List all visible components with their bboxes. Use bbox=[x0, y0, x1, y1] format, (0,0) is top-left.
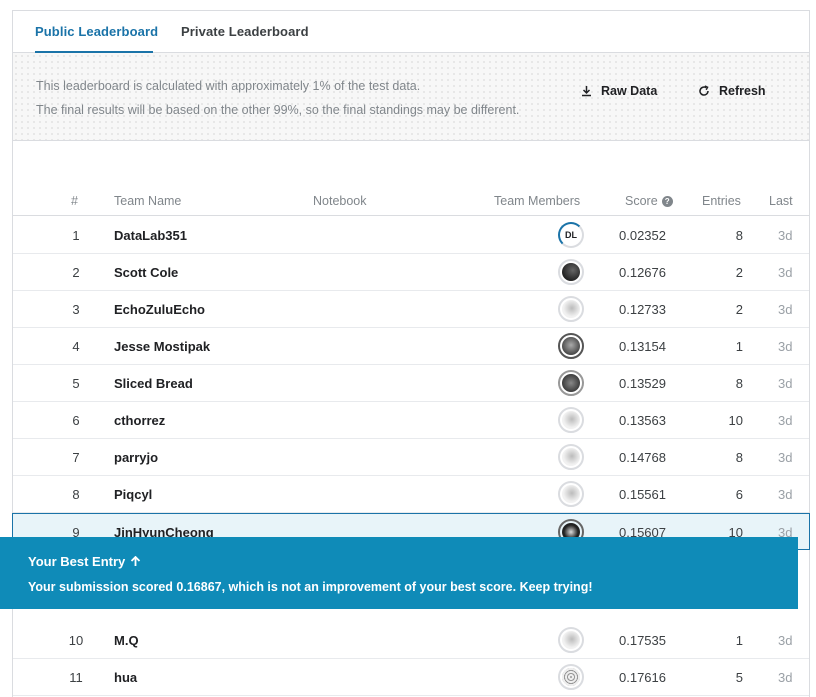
team-avatar[interactable] bbox=[558, 444, 584, 470]
table-header: # Team Name Notebook Team Members Score … bbox=[13, 188, 809, 216]
row-score: 0.17535 bbox=[619, 633, 666, 648]
table-row[interactable]: 5 Sliced Bread 0.13529 8 3d bbox=[13, 365, 809, 402]
leaderboard-tabs: Public Leaderboard Private Leaderboard bbox=[13, 11, 809, 53]
help-icon[interactable]: ? bbox=[661, 195, 673, 207]
row-team-name[interactable]: parryjo bbox=[114, 450, 158, 465]
table-row[interactable]: 8 Piqcyl 0.15561 6 3d bbox=[13, 476, 809, 513]
table-row[interactable]: 11 hua 0.17616 5 3d bbox=[13, 659, 809, 696]
row-score: 0.02352 bbox=[619, 228, 666, 243]
team-avatar[interactable] bbox=[558, 481, 584, 507]
row-last: 3d bbox=[778, 376, 793, 391]
row-last: 3d bbox=[778, 413, 793, 428]
row-rank: 10 bbox=[68, 633, 84, 648]
header-rank: # bbox=[71, 194, 78, 208]
row-team-name[interactable]: EchoZuluEcho bbox=[114, 302, 205, 317]
leaderboard-info-banner: This leaderboard is calculated with appr… bbox=[13, 53, 809, 141]
tab-public-leaderboard[interactable]: Public Leaderboard bbox=[35, 24, 158, 39]
best-entry-title-label: Your Best Entry bbox=[28, 554, 126, 569]
header-notebook: Notebook bbox=[313, 194, 367, 208]
team-avatar[interactable] bbox=[558, 664, 584, 690]
row-last: 3d bbox=[778, 633, 793, 648]
header-score-label: Score bbox=[625, 194, 658, 208]
table-row[interactable]: 4 Jesse Mostipak 0.13154 1 3d bbox=[13, 328, 809, 365]
row-entries: 2 bbox=[735, 265, 743, 280]
row-team-name[interactable]: Piqcyl bbox=[114, 487, 152, 502]
best-entry-message: Your submission scored 0.16867, which is… bbox=[28, 580, 593, 594]
row-entries: 1 bbox=[735, 633, 743, 648]
row-rank: 6 bbox=[72, 413, 80, 428]
row-rank: 1 bbox=[72, 228, 80, 243]
row-team-name[interactable]: Jesse Mostipak bbox=[114, 339, 210, 354]
header-team-members: Team Members bbox=[494, 194, 581, 208]
info-text-line-1: This leaderboard is calculated with appr… bbox=[36, 79, 421, 93]
row-last: 3d bbox=[778, 487, 793, 502]
header-last[interactable]: Last bbox=[769, 194, 793, 208]
row-score: 0.13154 bbox=[619, 339, 666, 354]
best-entry-title[interactable]: Your Best Entry bbox=[28, 554, 141, 569]
arrow-up-icon bbox=[131, 556, 141, 566]
row-rank: 11 bbox=[69, 670, 83, 685]
row-last: 3d bbox=[778, 228, 793, 243]
row-entries: 10 bbox=[728, 413, 743, 428]
team-avatar[interactable] bbox=[558, 296, 584, 322]
table-row[interactable]: 3 EchoZuluEcho 0.12733 2 3d bbox=[13, 291, 809, 328]
row-score: 0.14768 bbox=[619, 450, 666, 465]
row-entries: 8 bbox=[735, 228, 743, 243]
row-entries: 8 bbox=[735, 450, 743, 465]
row-score: 0.15561 bbox=[619, 487, 666, 502]
row-team-name[interactable]: Scott Cole bbox=[114, 265, 178, 280]
raw-data-label: Raw Data bbox=[601, 84, 658, 98]
row-team-name[interactable]: Sliced Bread bbox=[114, 376, 193, 391]
row-team-name[interactable]: DataLab351 bbox=[114, 228, 187, 243]
team-avatar[interactable] bbox=[558, 627, 584, 653]
row-score: 0.17616 bbox=[619, 670, 666, 685]
row-rank: 3 bbox=[72, 302, 80, 317]
row-score: 0.13563 bbox=[619, 413, 666, 428]
table-row[interactable]: 7 parryjo 0.14768 8 3d bbox=[13, 439, 809, 476]
download-icon bbox=[582, 86, 591, 97]
header-entries[interactable]: Entries bbox=[702, 194, 741, 208]
team-avatar[interactable] bbox=[558, 259, 584, 285]
header-score[interactable]: Score ? bbox=[625, 194, 673, 208]
team-avatar[interactable]: DL bbox=[558, 222, 584, 248]
table-row[interactable]: 1 DataLab351 DL 0.02352 8 3d bbox=[13, 217, 809, 254]
team-avatar[interactable] bbox=[558, 370, 584, 396]
header-team-name[interactable]: Team Name bbox=[114, 194, 181, 208]
row-rank: 5 bbox=[72, 376, 80, 391]
row-entries: 5 bbox=[735, 670, 743, 685]
row-last: 3d bbox=[778, 265, 793, 280]
row-entries: 2 bbox=[735, 302, 743, 317]
row-rank: 4 bbox=[72, 339, 80, 354]
row-score: 0.13529 bbox=[619, 376, 666, 391]
row-team-name[interactable]: cthorrez bbox=[114, 413, 165, 428]
row-rank: 2 bbox=[72, 265, 80, 280]
row-score: 0.12676 bbox=[619, 265, 666, 280]
row-score: 0.12733 bbox=[619, 302, 666, 317]
row-entries: 8 bbox=[735, 376, 743, 391]
refresh-button[interactable]: Refresh bbox=[698, 84, 766, 98]
row-team-name[interactable]: M.Q bbox=[114, 633, 139, 648]
refresh-icon bbox=[699, 85, 709, 96]
row-entries: 6 bbox=[735, 487, 743, 502]
row-last: 3d bbox=[778, 339, 793, 354]
team-avatar[interactable] bbox=[558, 333, 584, 359]
refresh-label: Refresh bbox=[719, 84, 766, 98]
row-rank: 8 bbox=[72, 487, 80, 502]
table-row[interactable]: 2 Scott Cole 0.12676 2 3d bbox=[13, 254, 809, 291]
row-rank: 7 bbox=[72, 450, 80, 465]
table-row[interactable]: 6 cthorrez 0.13563 10 3d bbox=[13, 402, 809, 439]
row-last: 3d bbox=[778, 670, 793, 685]
tab-private-leaderboard[interactable]: Private Leaderboard bbox=[181, 24, 309, 39]
row-last: 3d bbox=[778, 450, 793, 465]
team-avatar[interactable] bbox=[558, 407, 584, 433]
table-row[interactable]: 10 M.Q 0.17535 1 3d bbox=[13, 622, 809, 659]
best-entry-banner: Your Best Entry Your submission scored 0… bbox=[0, 537, 798, 609]
row-team-name[interactable]: hua bbox=[114, 670, 137, 685]
row-entries: 1 bbox=[735, 339, 743, 354]
row-last: 3d bbox=[778, 302, 793, 317]
info-text-line-2: The final results will be based on the o… bbox=[36, 103, 520, 117]
raw-data-button[interactable]: Raw Data bbox=[581, 84, 657, 98]
